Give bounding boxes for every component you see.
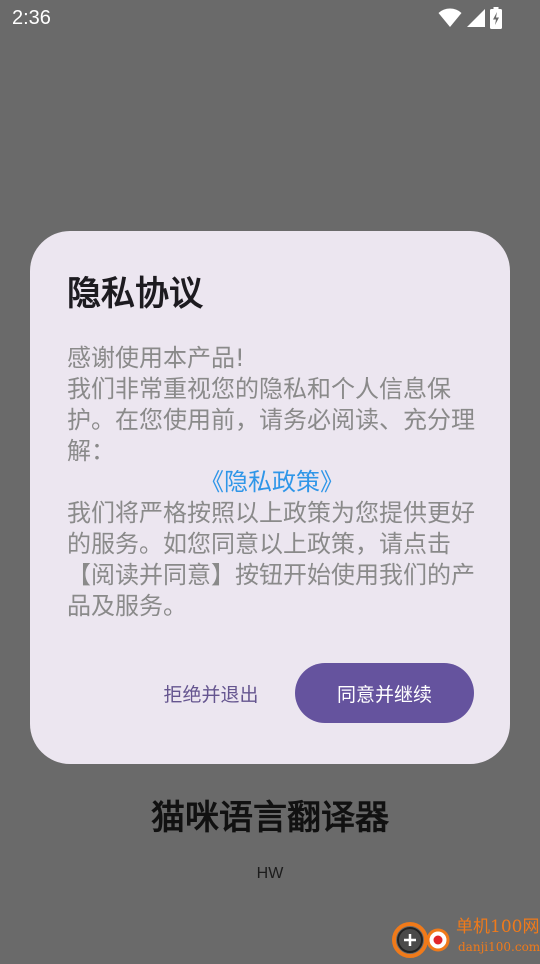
dialog-title: 隐私协议 bbox=[67, 274, 203, 314]
accept-and-continue-button[interactable]: 同意并继续 bbox=[295, 663, 474, 723]
decline-and-exit-button[interactable]: 拒绝并退出 bbox=[150, 663, 272, 723]
watermark-logo-icon bbox=[388, 916, 454, 960]
privacy-policy-link[interactable]: 《隐私政策》 bbox=[67, 467, 477, 498]
battery-charging-icon bbox=[490, 7, 502, 29]
status-time: 2:36 bbox=[12, 7, 51, 29]
status-icons bbox=[438, 7, 502, 29]
wifi-icon bbox=[438, 8, 462, 28]
dialog-outro: 我们将严格按照以上政策为您提供更好的服务。如您同意以上政策，请点击【阅读并同意】… bbox=[67, 499, 475, 620]
dialog-body: 感谢使用本产品! 我们非常重视您的隐私和个人信息保护。在您使用前，请务必阅读、充… bbox=[67, 343, 477, 622]
watermark-url: danji100.com bbox=[458, 940, 540, 954]
privacy-dialog: 隐私协议 感谢使用本产品! 我们非常重视您的隐私和个人信息保护。在您使用前，请务… bbox=[30, 231, 510, 764]
dialog-greeting: 感谢使用本产品! bbox=[67, 344, 245, 372]
app-title: 猫咪语言翻译器 bbox=[151, 798, 389, 838]
status-bar: 2:36 bbox=[0, 0, 540, 36]
app-subtitle: HW bbox=[256, 865, 284, 882]
dialog-intro: 我们非常重视您的隐私和个人信息保护。在您使用前，请务必阅读、充分理解： bbox=[67, 375, 475, 465]
watermark: 单机100网 danji100.com bbox=[388, 914, 540, 960]
cellular-signal-icon bbox=[466, 8, 486, 28]
watermark-name: 单机100网 bbox=[456, 917, 540, 937]
